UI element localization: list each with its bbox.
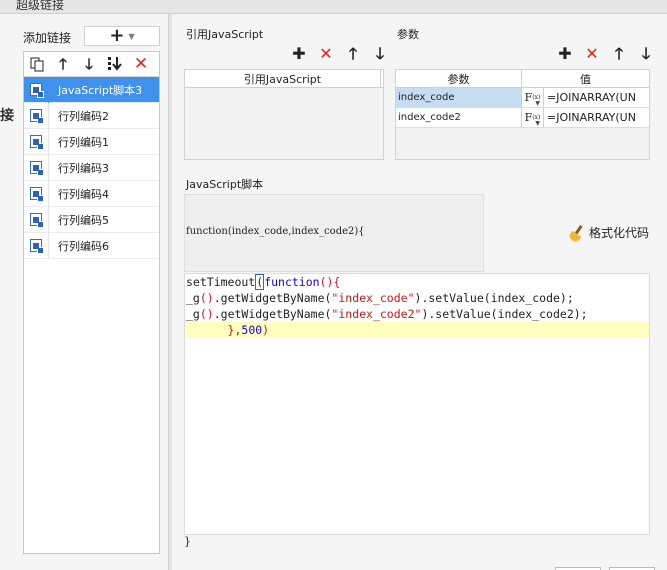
javascript-link-icon	[30, 187, 44, 202]
link-item-rowcol3[interactable]: 行列编码3	[24, 154, 159, 181]
link-item-label: 行列编码1	[58, 135, 109, 149]
script-section-title: JavaScript脚本	[186, 178, 264, 191]
javascript-link-icon	[30, 161, 44, 176]
params-toolbar: ✚ ✕ 🡑 🡓	[556, 45, 655, 63]
link-item-label: JavaScript脚本3	[58, 83, 143, 97]
ref-js-toolbar: ✚ ✕ 🡑 🡓	[290, 45, 389, 63]
formula-icon[interactable]: F (x) ▼	[522, 108, 544, 127]
chevron-down-icon: ▼	[535, 120, 540, 127]
code-line: setTimeout(function(){	[186, 274, 341, 290]
link-list: JavaScript脚本3 行列编码2 行列编码1 行列编码3 行列编码4 行列…	[24, 76, 159, 259]
broom-icon	[567, 224, 585, 243]
link-item-label: 行列编码5	[58, 213, 109, 227]
move-to-bottom-icon[interactable]	[106, 55, 124, 73]
code-line-current: },500)	[185, 322, 649, 338]
code-line: _g().getWidgetByName("index_code2").setV…	[186, 307, 588, 321]
javascript-link-icon	[30, 239, 44, 254]
params-table: 参数 值 index_code F (x) ▼ =JOINARRAY(UN inde…	[395, 69, 650, 160]
function-signature-box: function(index_code,index_code2){	[184, 194, 484, 272]
arrow-up-icon[interactable]: 🡑	[344, 45, 362, 63]
ref-js-table: 引用JavaScript	[184, 69, 384, 160]
link-item-javascript3[interactable]: JavaScript脚本3	[24, 76, 159, 103]
add-icon[interactable]: ✚	[556, 45, 574, 63]
param-name[interactable]: index_code2	[396, 108, 522, 127]
ref-js-table-header: 引用JavaScript	[185, 70, 383, 88]
param-name[interactable]: index_code	[396, 88, 522, 107]
chevron-down-icon: ▼	[535, 100, 540, 107]
plus-icon: +	[109, 25, 125, 46]
background-partial-text: 链接	[0, 108, 14, 124]
params-table-header: 参数 值	[396, 70, 649, 88]
link-list-panel: 🡑 🡓 ✕ JavaScript脚本3 行列编码2 行列编码1 行列编码3 行列…	[23, 51, 160, 554]
arrow-up-icon[interactable]: 🡑	[610, 45, 628, 63]
panel-splitter[interactable]	[168, 14, 172, 570]
ref-js-section-title: 引用JavaScript	[186, 28, 264, 41]
delete-icon[interactable]: ✕	[317, 45, 335, 63]
javascript-link-icon	[30, 83, 44, 98]
delete-icon[interactable]: ✕	[583, 45, 601, 63]
window-title: 超级链接	[16, 0, 65, 12]
params-section-title: 参数	[397, 28, 419, 41]
link-item-label: 行列编码4	[58, 187, 109, 201]
arrow-down-icon[interactable]: 🡓	[371, 45, 389, 63]
link-item-rowcol2[interactable]: 行列编码2	[24, 102, 159, 129]
link-item-label: 行列编码3	[58, 161, 109, 175]
hyperlink-dialog: 添加链接 + ▼ 🡑 🡓 ✕ JavaScript脚本3 行列编码2 行列编码1…	[0, 14, 667, 570]
format-code-label: 格式化代码	[589, 226, 650, 240]
arrow-down-icon[interactable]: 🡓	[637, 45, 655, 63]
formula-icon[interactable]: F (x) ▼	[522, 88, 544, 107]
link-item-label: 行列编码2	[58, 109, 109, 123]
ref-js-column-header[interactable]: 引用JavaScript	[185, 70, 381, 87]
arrow-down-icon[interactable]: 🡓	[80, 55, 98, 73]
link-item-rowcol1[interactable]: 行列编码1	[24, 128, 159, 155]
function-closing-brace: }	[184, 535, 191, 548]
javascript-link-icon	[30, 213, 44, 228]
param-value[interactable]: =JOINARRAY(UN	[544, 108, 649, 127]
javascript-link-icon	[30, 109, 44, 124]
add-link-dropdown[interactable]: + ▼	[84, 26, 160, 46]
param-row[interactable]: index_code2 F (x) ▼ =JOINARRAY(UN	[396, 108, 649, 128]
value-column-header[interactable]: 值	[522, 70, 649, 87]
javascript-link-icon	[30, 135, 44, 150]
function-signature: function(index_code,index_code2){	[186, 226, 365, 237]
delete-icon[interactable]: ✕	[132, 55, 150, 73]
link-item-label: 行列编码6	[58, 239, 109, 253]
link-item-rowcol6[interactable]: 行列编码6	[24, 232, 159, 259]
title-bar: 超级链接	[0, 0, 667, 14]
format-code-button[interactable]: 格式化代码	[567, 224, 650, 243]
param-value[interactable]: =JOINARRAY(UN	[544, 88, 649, 107]
code-line: _g().getWidgetByName("index_code").setVa…	[186, 291, 574, 305]
add-icon[interactable]: ✚	[290, 45, 308, 63]
param-column-header[interactable]: 参数	[396, 70, 522, 87]
add-link-label: 添加链接	[23, 31, 72, 45]
arrow-up-icon[interactable]: 🡑	[54, 55, 72, 73]
link-item-rowcol4[interactable]: 行列编码4	[24, 180, 159, 207]
param-row[interactable]: index_code F (x) ▼ =JOINARRAY(UN	[396, 88, 649, 108]
copy-icon[interactable]	[28, 55, 46, 73]
chevron-down-icon: ▼	[128, 31, 135, 41]
link-list-toolbar: 🡑 🡓 ✕	[24, 52, 159, 77]
link-item-rowcol5[interactable]: 行列编码5	[24, 206, 159, 233]
code-editor[interactable]: setTimeout(function(){ _g().getWidgetByN…	[184, 273, 650, 535]
